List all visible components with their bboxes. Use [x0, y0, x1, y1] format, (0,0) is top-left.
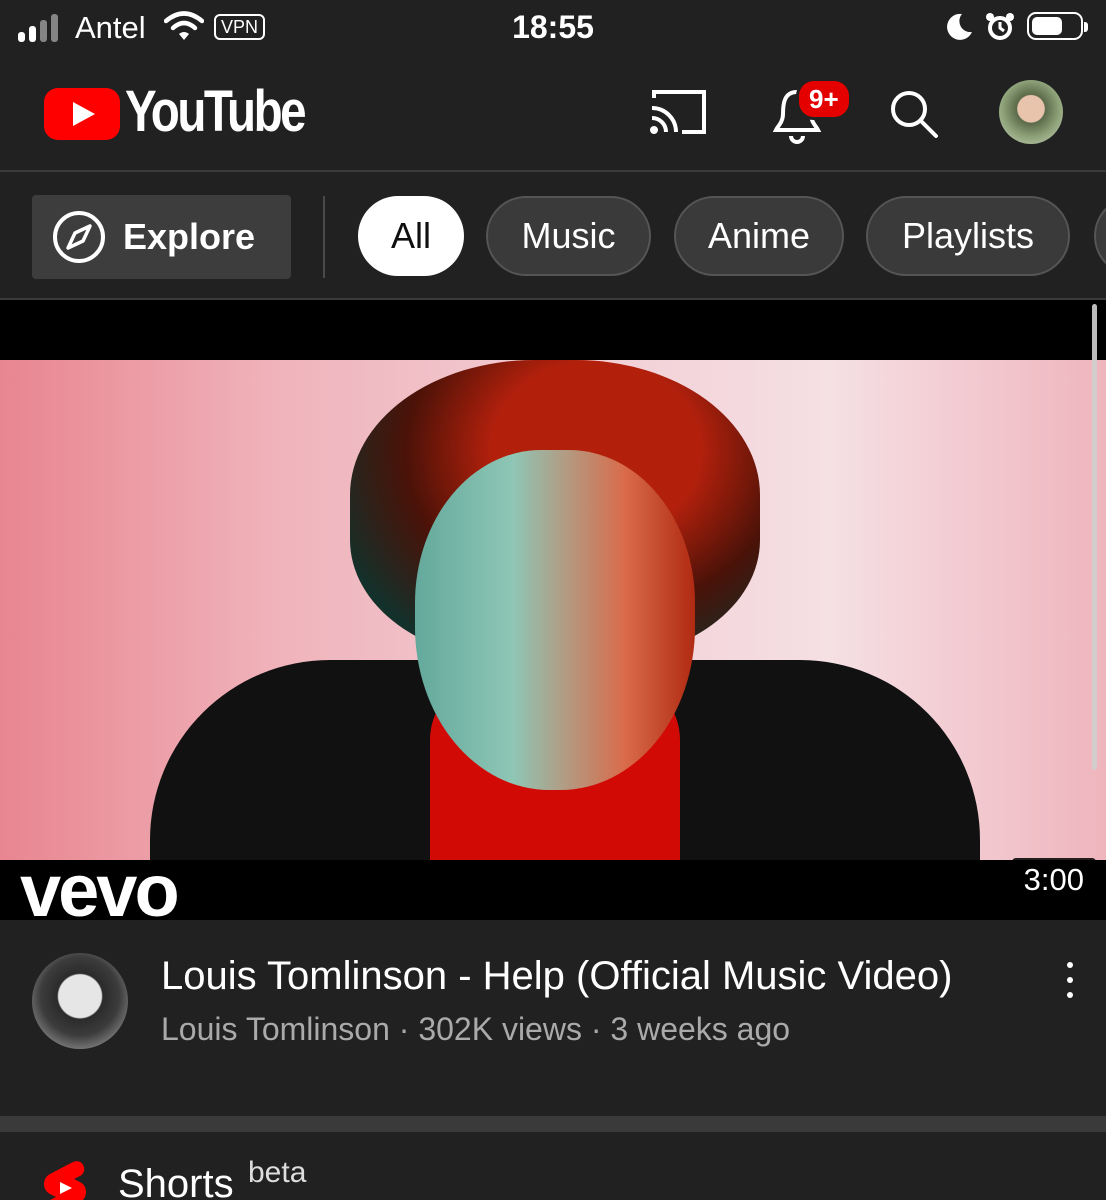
thumbnail-image [0, 360, 1106, 860]
video-thumbnail[interactable]: vevo 3:00 [0, 300, 1106, 920]
vevo-watermark: vevo [20, 849, 180, 920]
cast-icon[interactable] [648, 88, 708, 136]
youtube-logo-text[interactable]: YouTube [125, 78, 307, 145]
search-icon[interactable] [888, 88, 940, 140]
app-header: YouTube 9+ [0, 58, 1106, 172]
chip-divider [323, 196, 325, 278]
shorts-beta-badge: beta [248, 1156, 307, 1189]
alarm-icon [986, 13, 1014, 40]
moon-icon [947, 13, 972, 40]
duration-badge: 3:00 [1011, 858, 1096, 902]
chip-next-partial[interactable] [1094, 196, 1106, 276]
battery-icon [1027, 12, 1088, 40]
explore-button[interactable]: Explore [32, 195, 291, 279]
video-title[interactable]: Louis Tomlinson - Help (Official Music V… [161, 954, 952, 999]
video-meta[interactable]: Louis Tomlinson - Help (Official Music V… [0, 920, 1106, 1116]
youtube-logo-icon[interactable] [44, 88, 120, 140]
explore-label: Explore [123, 216, 256, 257]
filter-chip-bar: Explore All Music Anime Playlists [0, 172, 1106, 300]
chip-anime[interactable]: Anime [674, 196, 844, 276]
compass-icon [53, 211, 105, 263]
status-bar: Antel VPN 18:55 [0, 0, 1106, 58]
chip-all[interactable]: All [358, 196, 464, 276]
more-vert-icon[interactable] [1060, 960, 1080, 1000]
status-time: 18:55 [512, 9, 594, 45]
shorts-label: Shorts [118, 1162, 234, 1200]
video-subtitle: Louis Tomlinson · 302K views · 3 weeks a… [161, 1011, 791, 1047]
channel-avatar[interactable] [32, 953, 128, 1049]
notification-badge[interactable]: 9+ [796, 78, 852, 120]
chip-music[interactable]: Music [486, 196, 651, 276]
shorts-section-header: Shorts beta [0, 1132, 1106, 1200]
account-avatar[interactable] [999, 80, 1063, 144]
scroll-indicator [1092, 304, 1097, 770]
chip-playlists[interactable]: Playlists [866, 196, 1070, 276]
shorts-icon [44, 1161, 86, 1200]
section-separator [0, 1116, 1106, 1132]
